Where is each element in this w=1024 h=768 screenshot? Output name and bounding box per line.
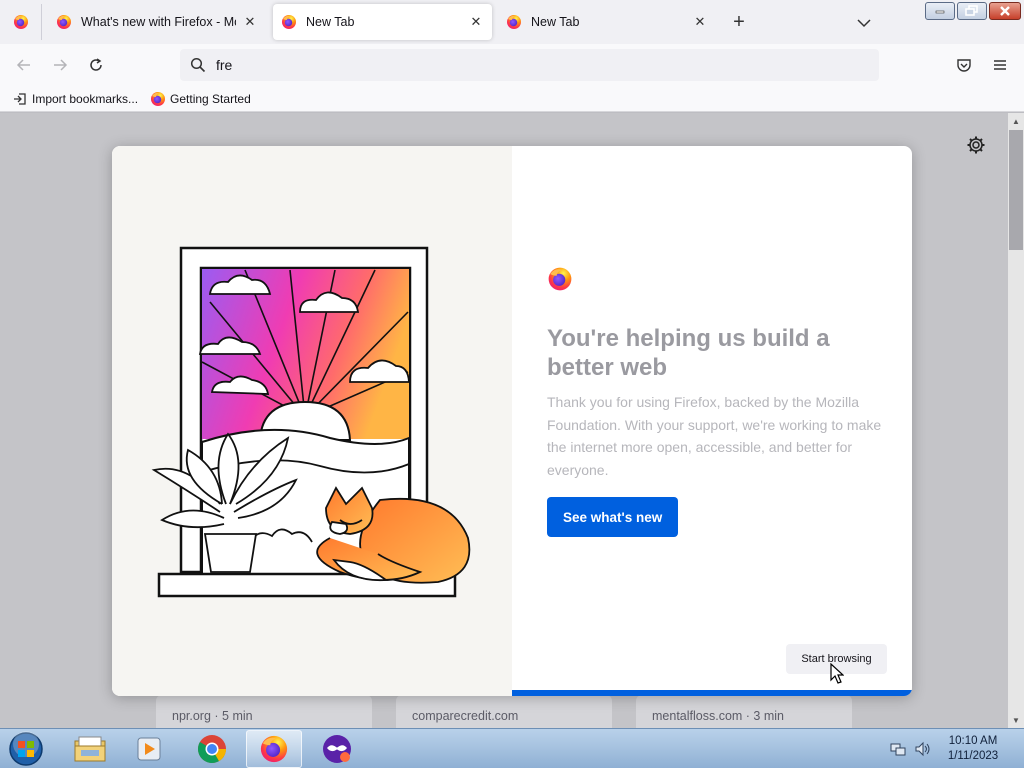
tab-new-tab[interactable]: New Tab ✕	[498, 4, 716, 40]
address-input[interactable]	[216, 57, 816, 73]
system-clock[interactable]: 10:10 AM 1/11/2023	[940, 734, 1006, 764]
taskbar-privacy-app[interactable]	[309, 730, 365, 768]
back-button[interactable]	[12, 53, 36, 77]
close-icon[interactable]: ✕	[242, 14, 258, 30]
firefox-icon	[547, 266, 573, 292]
explorer-icon	[74, 736, 106, 762]
see-whats-new-button[interactable]: See what's new	[547, 497, 679, 537]
bookmark-import[interactable]: Import bookmarks...	[12, 91, 138, 107]
clock-time: 10:10 AM	[948, 735, 998, 747]
address-bar[interactable]	[180, 49, 879, 81]
windows-start-icon	[9, 731, 43, 766]
firefox-icon	[13, 14, 29, 30]
navigation-toolbar	[0, 44, 1024, 86]
tab-title: New Tab	[531, 15, 580, 29]
restore-icon	[965, 5, 978, 16]
import-icon	[12, 91, 28, 107]
reload-button[interactable]	[84, 53, 108, 77]
arrow-right-icon	[54, 59, 68, 71]
top-site-label: comparecredit.com	[412, 709, 519, 723]
scroll-thumb[interactable]	[1009, 130, 1023, 250]
chrome-icon	[198, 735, 226, 763]
gear-icon[interactable]	[966, 135, 986, 155]
bookmark-getting-started[interactable]: Getting Started	[150, 91, 251, 107]
search-icon	[190, 57, 206, 73]
network-icon[interactable]	[890, 741, 906, 757]
pocket-button[interactable]	[952, 53, 976, 77]
clock-date: 1/11/2023	[947, 750, 999, 762]
taskbar: 10:10 AM 1/11/2023	[0, 728, 1024, 768]
bookmark-label: Import bookmarks...	[32, 91, 139, 106]
tab-whats-new[interactable]: What's new with Firefox - More ✕	[48, 4, 266, 40]
taskbar-chrome[interactable]	[184, 730, 240, 768]
tab-title: What's new with Firefox - More	[81, 15, 236, 29]
taskbar-firefox[interactable]	[246, 730, 302, 768]
firefox-icon	[506, 14, 522, 30]
close-icon[interactable]: ✕	[468, 14, 484, 30]
forward-button[interactable]	[48, 53, 72, 77]
illustration-panel	[112, 146, 512, 696]
bookmark-label: Getting Started	[170, 91, 251, 106]
top-site-tile[interactable]: npr.org · 5 min	[156, 695, 372, 728]
window-fox-illustration	[151, 246, 471, 598]
minimize-icon	[935, 10, 945, 14]
scroll-down-arrow[interactable]: ▼	[1008, 713, 1024, 727]
top-site-tile[interactable]: mentalfloss.com · 3 min	[636, 695, 852, 728]
arrow-left-icon	[16, 59, 30, 71]
dialog-content: You're helping us build a better web Tha…	[512, 146, 912, 696]
minimize-button[interactable]	[925, 2, 955, 20]
close-window-button[interactable]	[989, 2, 1021, 20]
volume-icon[interactable]	[914, 741, 932, 757]
menu-button[interactable]	[988, 53, 1012, 77]
firefox-icon	[56, 14, 72, 30]
privacy-app-icon	[323, 735, 351, 763]
onboarding-dialog: You're helping us build a better web Tha…	[112, 146, 912, 696]
taskbar-explorer[interactable]	[62, 730, 118, 768]
hamburger-menu-icon	[994, 60, 1006, 70]
reload-icon	[90, 58, 102, 71]
tab-new-tab-active[interactable]: New Tab ✕	[273, 4, 492, 40]
top-site-label: mentalfloss.com · 3 min	[652, 709, 784, 723]
firefox-view-button[interactable]	[0, 4, 42, 40]
taskbar-media-player[interactable]	[121, 730, 177, 768]
close-icon	[1000, 6, 1010, 16]
progress-bar	[512, 690, 912, 696]
pocket-icon	[957, 59, 971, 72]
scroll-up-arrow[interactable]: ▲	[1008, 114, 1024, 128]
tab-title: New Tab	[306, 15, 355, 29]
mouse-cursor-icon	[830, 663, 844, 684]
firefox-icon	[259, 734, 289, 764]
close-icon[interactable]: ✕	[692, 14, 708, 30]
list-all-tabs-button[interactable]	[853, 12, 875, 34]
restore-button[interactable]	[957, 2, 987, 20]
top-site-tile[interactable]: comparecredit.com	[396, 695, 612, 728]
tab-strip: What's new with Firefox - More ✕ New Tab…	[0, 0, 1024, 44]
top-site-label: npr.org · 5 min	[172, 709, 253, 723]
firefox-icon	[150, 91, 166, 107]
firefox-icon	[281, 14, 297, 30]
new-tab-button[interactable]: +	[728, 12, 750, 34]
bookmarks-toolbar: Import bookmarks... Getting Started	[0, 86, 1024, 112]
dialog-body-text: Thank you for using Firefox, backed by t…	[547, 394, 882, 479]
chevron-down-icon	[857, 19, 871, 28]
start-button[interactable]	[6, 730, 46, 768]
dialog-title: You're helping us build a better web	[547, 325, 830, 381]
media-player-icon	[137, 737, 161, 761]
